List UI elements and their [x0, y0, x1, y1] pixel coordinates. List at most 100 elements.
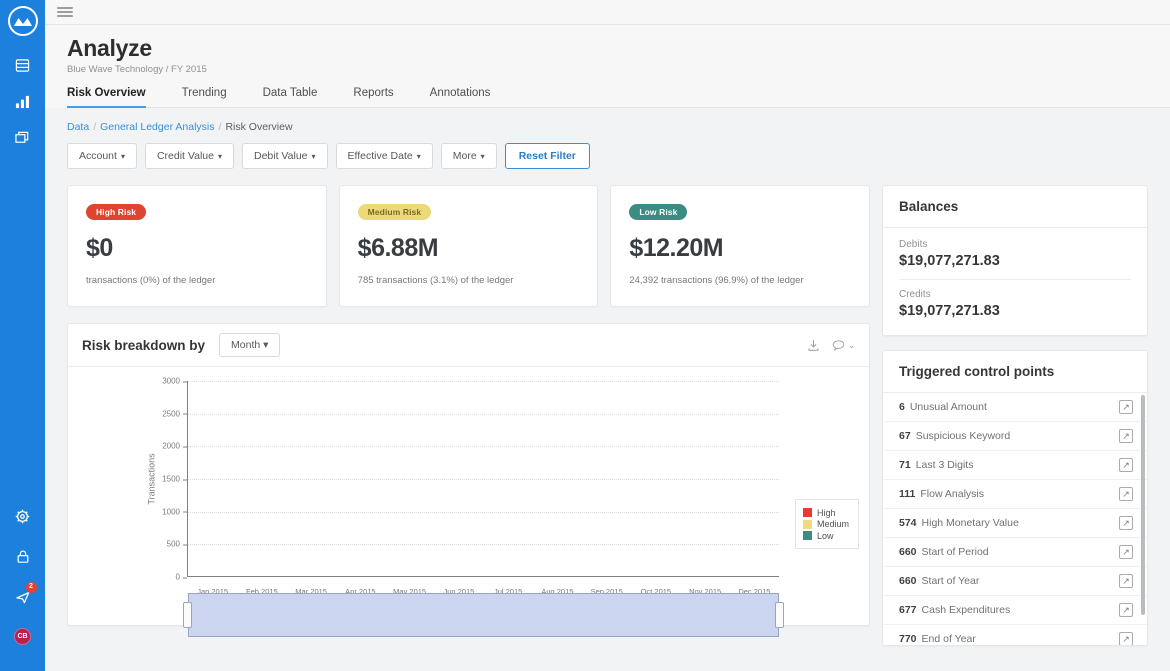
- brush-bar-group: [533, 593, 582, 637]
- filter-account[interactable]: Account ▾: [67, 143, 137, 169]
- control-point-row[interactable]: 111 Flow Analysis ↗: [883, 480, 1147, 509]
- filter-credit-value[interactable]: Credit Value ▾: [144, 143, 234, 169]
- kpi-value-medium-risk: $6.88M: [357, 234, 439, 262]
- comment-icon[interactable]: [832, 339, 845, 352]
- open-external-icon[interactable]: ↗: [1119, 516, 1133, 530]
- tab-trending[interactable]: Trending: [182, 87, 227, 108]
- dashboard-row: High Risk $0 transactions (0%) of the le…: [67, 185, 1148, 646]
- control-point-count: 111: [899, 488, 916, 500]
- tab-annotations[interactable]: Annotations: [430, 87, 491, 108]
- tab-risk-overview[interactable]: Risk Overview: [67, 87, 146, 108]
- open-external-icon[interactable]: ↗: [1119, 632, 1133, 645]
- tab-data-table[interactable]: Data Table: [263, 87, 318, 108]
- app-root: 2 CB Analyze Blue Wave Technology / FY 2…: [0, 0, 1170, 671]
- kpi-card-low-risk: Low Risk $12.20M 24,392 transactions (96…: [610, 185, 871, 307]
- filter-more-label: More: [452, 150, 477, 162]
- bar-group[interactable]: Jul 2015: [484, 381, 533, 596]
- gear-icon: [15, 509, 30, 523]
- control-point-label: Suspicious Keyword: [915, 430, 1011, 442]
- hamburger-line: [57, 11, 73, 13]
- tick-mark: [183, 544, 187, 546]
- kpi-card-high-risk: High Risk $0 transactions (0%) of the le…: [67, 185, 327, 307]
- bar-group[interactable]: May 2015: [385, 381, 434, 596]
- brush-handle-right[interactable]: [775, 602, 784, 628]
- control-points-scrollbar[interactable]: [1141, 395, 1145, 615]
- open-external-icon[interactable]: ↗: [1119, 574, 1133, 588]
- sidebar-item-data[interactable]: [8, 50, 38, 80]
- open-external-icon[interactable]: ↗: [1119, 603, 1133, 617]
- control-points-title: Triggered control points: [883, 351, 1147, 393]
- triggered-control-points-panel: Triggered control points 6 Unusual Amount…: [882, 350, 1148, 646]
- legend-item-low[interactable]: Low: [802, 531, 849, 541]
- sidebar-item-settings[interactable]: [8, 501, 38, 531]
- legend-item-high[interactable]: High: [802, 507, 849, 518]
- tab-reports[interactable]: Reports: [353, 87, 393, 108]
- control-point-count: 770: [899, 633, 917, 645]
- chart-toolbar: ⌄: [807, 339, 855, 352]
- open-external-icon[interactable]: ↗: [1119, 429, 1133, 443]
- bar-group[interactable]: Mar 2015: [287, 381, 336, 596]
- filter-effective-date[interactable]: Effective Date ▾: [335, 143, 433, 169]
- app-logo[interactable]: [7, 6, 38, 36]
- brush-bar-group: [484, 593, 533, 637]
- chart-range-brush[interactable]: [183, 593, 784, 637]
- bar-group[interactable]: Aug 2015: [533, 381, 582, 596]
- chevron-down-icon: ▾: [311, 152, 316, 161]
- bar-group[interactable]: Sep 2015: [582, 381, 631, 596]
- control-point-row[interactable]: 660 Start of Year ↗: [883, 567, 1147, 596]
- control-point-row[interactable]: 770 End of Year ↗: [883, 625, 1147, 645]
- breadcrumb-item-data[interactable]: Data: [67, 121, 89, 133]
- legend-label-high: High: [816, 507, 836, 518]
- bar-group[interactable]: Oct 2015: [631, 381, 680, 596]
- chart-grouping-select[interactable]: Month ▾: [219, 333, 281, 357]
- reset-filter-button[interactable]: Reset Filter: [504, 143, 590, 169]
- legend-swatch-high: [802, 508, 812, 517]
- open-external-icon[interactable]: ↗: [1119, 458, 1133, 472]
- open-external-icon[interactable]: ↗: [1119, 487, 1133, 501]
- brush-minimap-bars: [188, 593, 779, 637]
- bar-group[interactable]: Jun 2015: [434, 381, 483, 596]
- control-point-label: Start of Year: [921, 575, 980, 587]
- bar-group[interactable]: Jan 2015: [188, 381, 237, 596]
- filter-debit-value[interactable]: Debit Value ▾: [242, 143, 328, 169]
- brush-handle-left[interactable]: [183, 602, 192, 628]
- filter-more[interactable]: More ▾: [440, 143, 497, 169]
- y-axis-tick: 1500: [162, 475, 187, 484]
- open-external-icon[interactable]: ↗: [1119, 400, 1133, 414]
- y-axis-tick: 2500: [162, 409, 187, 418]
- control-point-row[interactable]: 574 High Monetary Value ↗: [883, 509, 1147, 538]
- chevron-down-icon: ▾: [120, 152, 125, 161]
- control-point-row[interactable]: 677 Cash Expenditures ↗: [883, 596, 1147, 625]
- brush-bar-group: [730, 593, 779, 637]
- sidebar-item-messages[interactable]: 2: [8, 581, 38, 611]
- chart-title: Risk breakdown by: [82, 337, 206, 353]
- bar-group[interactable]: Nov 2015: [681, 381, 730, 596]
- sidebar-item-library[interactable]: [8, 122, 38, 152]
- chevron-down-icon[interactable]: ⌄: [848, 341, 855, 350]
- control-point-row[interactable]: 660 Start of Period ↗: [883, 538, 1147, 567]
- bar-group[interactable]: Apr 2015: [336, 381, 385, 596]
- download-icon[interactable]: [807, 339, 820, 352]
- control-point-count: 67: [899, 430, 911, 442]
- user-avatar-wrapper[interactable]: CB: [8, 621, 38, 651]
- copy-files-icon: [15, 131, 29, 143]
- bar-chart-icon: [15, 95, 29, 108]
- control-point-row[interactable]: 6 Unusual Amount ↗: [883, 393, 1147, 422]
- kpi-note-high-risk: transactions (0%) of the ledger: [86, 275, 216, 286]
- filter-effective-date-label: Effective Date: [347, 150, 413, 162]
- bar-group[interactable]: Feb 2015: [237, 381, 286, 596]
- debits-value: $19,077,271.83: [899, 253, 1000, 269]
- breadcrumb-item-gl-analysis[interactable]: General Ledger Analysis: [100, 121, 214, 133]
- bar-group[interactable]: Dec 2015: [730, 381, 779, 596]
- left-sidebar: 2 CB: [0, 0, 45, 671]
- open-external-icon[interactable]: ↗: [1119, 545, 1133, 559]
- chevron-down-icon: ▾: [416, 152, 421, 161]
- control-point-row[interactable]: 67 Suspicious Keyword ↗: [883, 422, 1147, 451]
- page-title: Analyze: [67, 35, 152, 61]
- legend-item-medium[interactable]: Medium: [802, 519, 849, 529]
- control-point-label: End of Year: [921, 633, 976, 645]
- sidebar-item-security[interactable]: [8, 541, 38, 571]
- sidebar-item-analyze[interactable]: [8, 86, 38, 116]
- control-point-row[interactable]: 71 Last 3 Digits ↗: [883, 451, 1147, 480]
- hamburger-icon[interactable]: [57, 5, 73, 19]
